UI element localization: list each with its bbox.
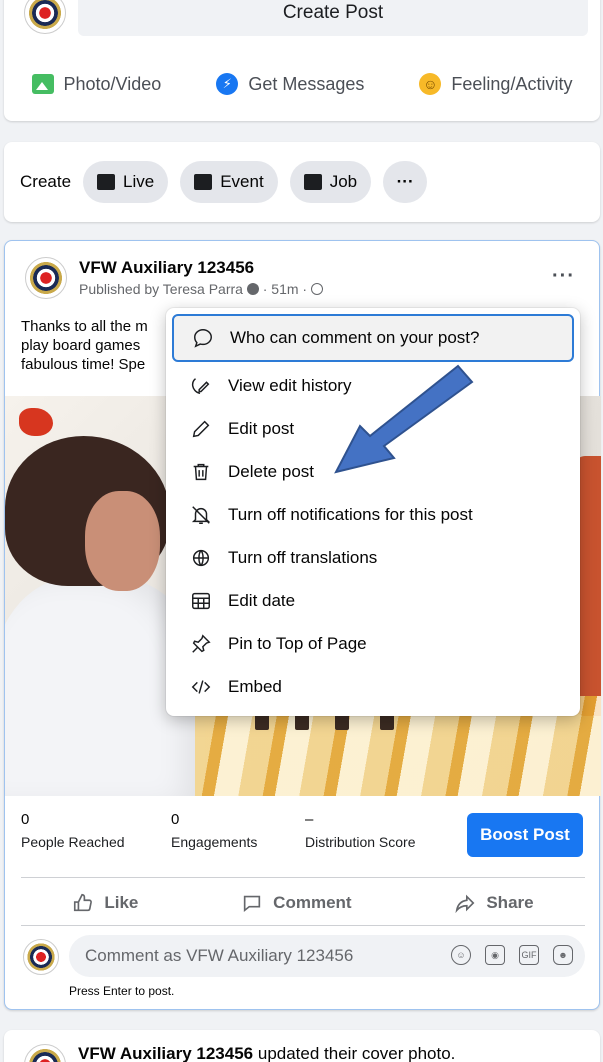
share-button[interactable]: Share <box>454 892 534 914</box>
create-more-button[interactable]: ··· <box>383 161 428 203</box>
photo-person-face <box>85 491 160 591</box>
reaction-bar: Like Comment Share <box>21 882 585 924</box>
people-reached-stat: 0 People Reached <box>21 811 125 850</box>
create-post-card: Create Post Photo/Video ⚡ Get Messages ☺… <box>4 0 600 121</box>
pencil-icon <box>192 420 210 437</box>
engagements-stat: 0 Engagements <box>171 811 258 850</box>
code-icon <box>191 679 211 694</box>
post-author-name[interactable]: VFW Auxiliary 123456 <box>79 258 254 278</box>
create-live-button[interactable]: Live <box>83 161 169 203</box>
thumbs-up-icon <box>74 893 93 912</box>
post-time[interactable]: 51m <box>271 281 298 297</box>
enter-to-post-hint: Press Enter to post. <box>69 984 175 998</box>
next-post-avatar[interactable] <box>24 1044 66 1062</box>
menu-item-edit-post[interactable]: Edit post <box>172 407 574 450</box>
create-post-button[interactable]: Create Post <box>78 0 588 36</box>
commenter-avatar[interactable] <box>23 939 59 975</box>
get-messages-button[interactable]: ⚡ Get Messages <box>216 73 364 95</box>
divider <box>21 925 585 926</box>
distribution-score-stat: – Distribution Score <box>305 811 416 850</box>
info-icon <box>246 283 259 295</box>
create-event-button[interactable]: Event <box>180 161 278 203</box>
boost-post-button[interactable]: Boost Post <box>467 813 583 857</box>
briefcase-icon <box>303 174 322 190</box>
like-button[interactable]: Like <box>72 892 138 914</box>
comment-tools: ☺ ◉ GIF ☻ <box>451 945 573 965</box>
page-avatar[interactable] <box>24 0 66 34</box>
bell-off-icon <box>191 505 211 524</box>
menu-item-pin-to-top[interactable]: Pin to Top of Page <box>172 622 574 665</box>
menu-item-who-can-comment[interactable]: Who can comment on your post? <box>172 314 574 362</box>
divider <box>21 877 585 878</box>
gif-icon[interactable]: GIF <box>519 945 539 965</box>
share-icon <box>455 894 475 914</box>
post-options-menu: Who can comment on your post? View edit … <box>166 308 580 716</box>
photo-video-button[interactable]: Photo/Video <box>31 74 161 95</box>
next-post-header: VFW Auxiliary 123456 updated their cover… <box>78 1044 456 1062</box>
create-row-card: Create Live Event Job ··· <box>4 142 600 222</box>
comment-bubble-icon <box>194 329 212 348</box>
sticker-icon[interactable]: ☻ <box>553 945 573 965</box>
post-meta: Published by Teresa Parra · 51m · <box>79 281 323 297</box>
create-actions: Photo/Video ⚡ Get Messages ☺ Feeling/Act… <box>4 66 600 102</box>
create-job-button[interactable]: Job <box>289 161 372 203</box>
photo-icon <box>31 74 54 94</box>
emoji-icon[interactable]: ☺ <box>451 945 471 965</box>
camera-icon[interactable]: ◉ <box>485 945 505 965</box>
next-post-card: VFW Auxiliary 123456 updated their cover… <box>4 1030 600 1062</box>
pin-icon <box>192 633 211 653</box>
create-label: Create <box>20 172 72 191</box>
globe-icon <box>192 549 210 566</box>
menu-item-delete-post[interactable]: Delete post <box>172 450 574 493</box>
comment-input[interactable]: Comment as VFW Auxiliary 123456 ☺ ◉ GIF … <box>69 935 585 977</box>
feeling-activity-button[interactable]: ☺ Feeling/Activity <box>419 73 572 95</box>
menu-item-view-edit-history[interactable]: View edit history <box>172 364 574 407</box>
next-post-author[interactable]: VFW Auxiliary 123456 <box>78 1044 253 1062</box>
menu-item-edit-date[interactable]: Edit date <box>172 579 574 622</box>
messenger-icon: ⚡ <box>216 73 239 95</box>
comment-icon <box>244 895 261 913</box>
smiley-icon: ☺ <box>419 73 442 95</box>
globe-icon <box>310 283 323 295</box>
post-options-button[interactable]: ··· <box>552 265 575 288</box>
post-author-avatar[interactable] <box>25 257 67 299</box>
live-video-icon <box>97 174 116 190</box>
photo-flower <box>19 408 53 436</box>
menu-item-embed[interactable]: Embed <box>172 665 574 708</box>
comment-button[interactable]: Comment <box>241 892 352 914</box>
history-icon <box>191 377 210 394</box>
calendar-icon <box>194 174 213 190</box>
calendar-icon <box>192 592 210 609</box>
menu-item-turn-off-translations[interactable]: Turn off translations <box>172 536 574 579</box>
trash-icon <box>193 463 209 480</box>
menu-item-turn-off-notifications[interactable]: Turn off notifications for this post <box>172 493 574 536</box>
